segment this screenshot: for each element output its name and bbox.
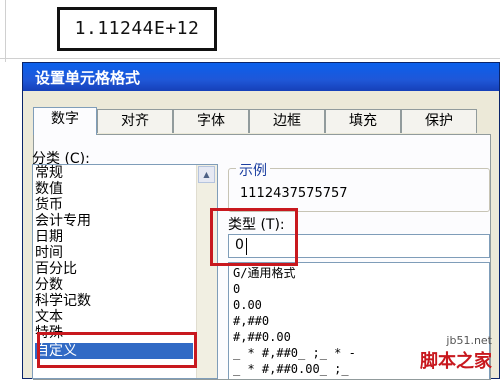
format-code-item[interactable]: 0.00 [233, 297, 262, 313]
custom-category-highlight-box [37, 332, 197, 368]
category-item[interactable]: 文本 [35, 309, 63, 325]
sample-label: 示例 [236, 160, 270, 180]
format-code-item[interactable]: #,##0 [233, 313, 269, 329]
tab-border[interactable]: 边框 [249, 109, 325, 133]
watermark: jb51.net 脚本之家 [420, 334, 492, 373]
format-code-item[interactable]: 0 [233, 281, 240, 297]
category-item[interactable]: 分数 [35, 277, 63, 293]
category-item[interactable]: 数值 [35, 181, 63, 197]
format-code-item[interactable]: _ * #,##0_ ;_ * - [233, 345, 356, 361]
category-item[interactable]: 时间 [35, 245, 63, 261]
category-item[interactable]: 会计专用 [35, 213, 91, 229]
scroll-up-arrow-icon[interactable]: ▲ [198, 166, 215, 183]
category-item[interactable]: 货币 [35, 197, 63, 213]
dialog-title-bar[interactable]: 设置单元格格式 [23, 63, 499, 91]
tab-fill[interactable]: 填充 [325, 109, 401, 133]
grid-line [0, 58, 500, 59]
grid-line [5, 0, 6, 62]
watermark-site: jb51.net [446, 334, 492, 347]
format-code-item[interactable]: G/通用格式 [233, 265, 295, 281]
format-code-item[interactable]: _ * #,##0.00_ ;_ [233, 361, 349, 377]
category-scrollbar[interactable]: ▲ [196, 165, 217, 378]
spreadsheet-area: 1.11244E+12 [0, 0, 500, 62]
tab-number[interactable]: 数字 [33, 107, 97, 135]
watermark-brand: 脚本之家 [420, 351, 492, 372]
category-item[interactable]: 常规 [35, 165, 63, 181]
format-code-item[interactable]: #,##0.00 [233, 329, 291, 345]
dialog-title: 设置单元格格式 [35, 69, 141, 87]
sample-value: 1112437575757 [240, 186, 348, 201]
category-item[interactable]: 科学记数 [35, 293, 91, 309]
type-highlight-box [210, 208, 298, 266]
selected-cell[interactable]: 1.11244E+12 [57, 7, 217, 51]
tab-protection[interactable]: 保护 [401, 109, 477, 133]
cell-value: 1.11244E+12 [74, 18, 200, 39]
tab-font[interactable]: 字体 [173, 109, 249, 133]
category-item[interactable]: 日期 [35, 229, 63, 245]
tab-strip: 数字 对齐 字体 边框 填充 保护 [33, 107, 493, 135]
category-item[interactable]: 百分比 [35, 261, 77, 277]
tab-alignment[interactable]: 对齐 [97, 109, 173, 133]
